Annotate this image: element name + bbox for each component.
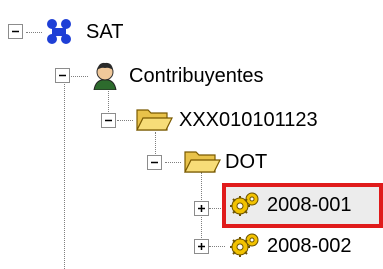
- tree-node-rfc-label[interactable]: XXX010101123: [176, 107, 321, 133]
- tree-node-2008-001-label[interactable]: 2008-001: [264, 192, 355, 218]
- expand-toggle-2008-001[interactable]: [194, 201, 209, 216]
- tree-node-dot-label[interactable]: DOT: [222, 149, 270, 175]
- collapse-toggle-dot[interactable]: [147, 155, 162, 170]
- collapse-toggle-contribuyentes[interactable]: [55, 68, 70, 83]
- person-icon: [91, 60, 119, 96]
- gear-icon: [229, 190, 261, 226]
- tree-node-sat-label[interactable]: SAT: [83, 19, 126, 45]
- open-folder-icon: [183, 148, 221, 180]
- tree-view: { "tree": { "root": {"label": "SAT", "ic…: [0, 0, 383, 269]
- tree-node-2008-002-label[interactable]: 2008-002: [264, 233, 355, 259]
- gear-icon: [229, 231, 261, 267]
- collapse-toggle-sat[interactable]: [8, 24, 23, 39]
- expand-toggle-2008-002[interactable]: [194, 239, 209, 254]
- tree-node-contribuyentes-label[interactable]: Contribuyentes: [126, 63, 267, 89]
- selected-node-highlight[interactable]: 2008-001: [222, 183, 383, 228]
- open-folder-icon: [135, 106, 173, 138]
- sat-logo-icon: [44, 18, 76, 52]
- collapse-toggle-rfc[interactable]: [101, 113, 116, 128]
